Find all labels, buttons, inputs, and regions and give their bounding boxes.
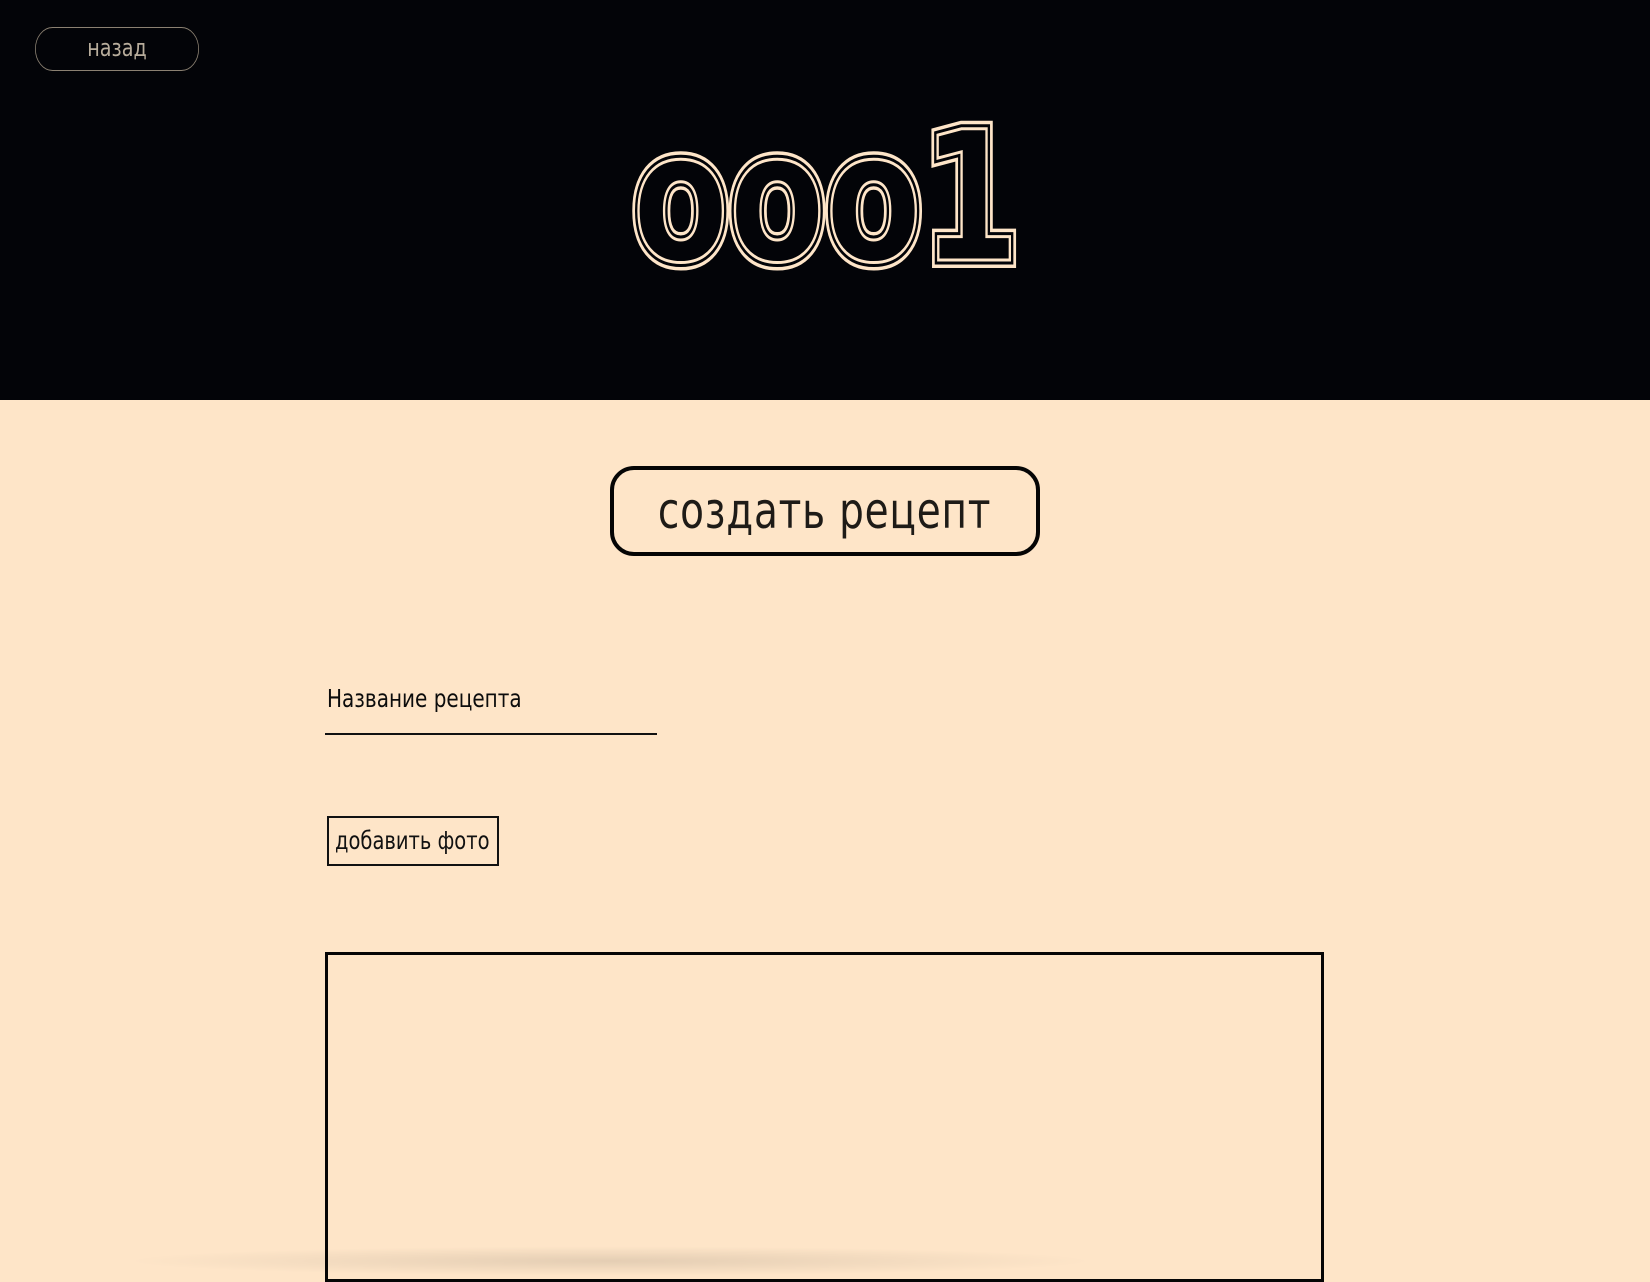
create-recipe-button[interactable]: создать рецепт — [610, 466, 1040, 556]
site-logo: ooo1 ooo1 ooo1 — [625, 105, 1026, 285]
add-photo-label: добавить фото — [335, 826, 490, 855]
recipe-title-input[interactable]: Название рецепта — [325, 676, 657, 735]
add-photo-button[interactable]: добавить фото — [327, 816, 499, 866]
recipe-title-placeholder: Название рецепта — [327, 684, 522, 713]
logo-text-core: ooo1 — [632, 105, 1019, 285]
header: назад ooo1 ooo1 ooo1 — [0, 0, 1650, 400]
back-button[interactable]: назад — [35, 27, 199, 71]
recipe-description-textarea[interactable] — [325, 952, 1324, 1282]
create-recipe-label: создать рецепт — [657, 482, 992, 540]
